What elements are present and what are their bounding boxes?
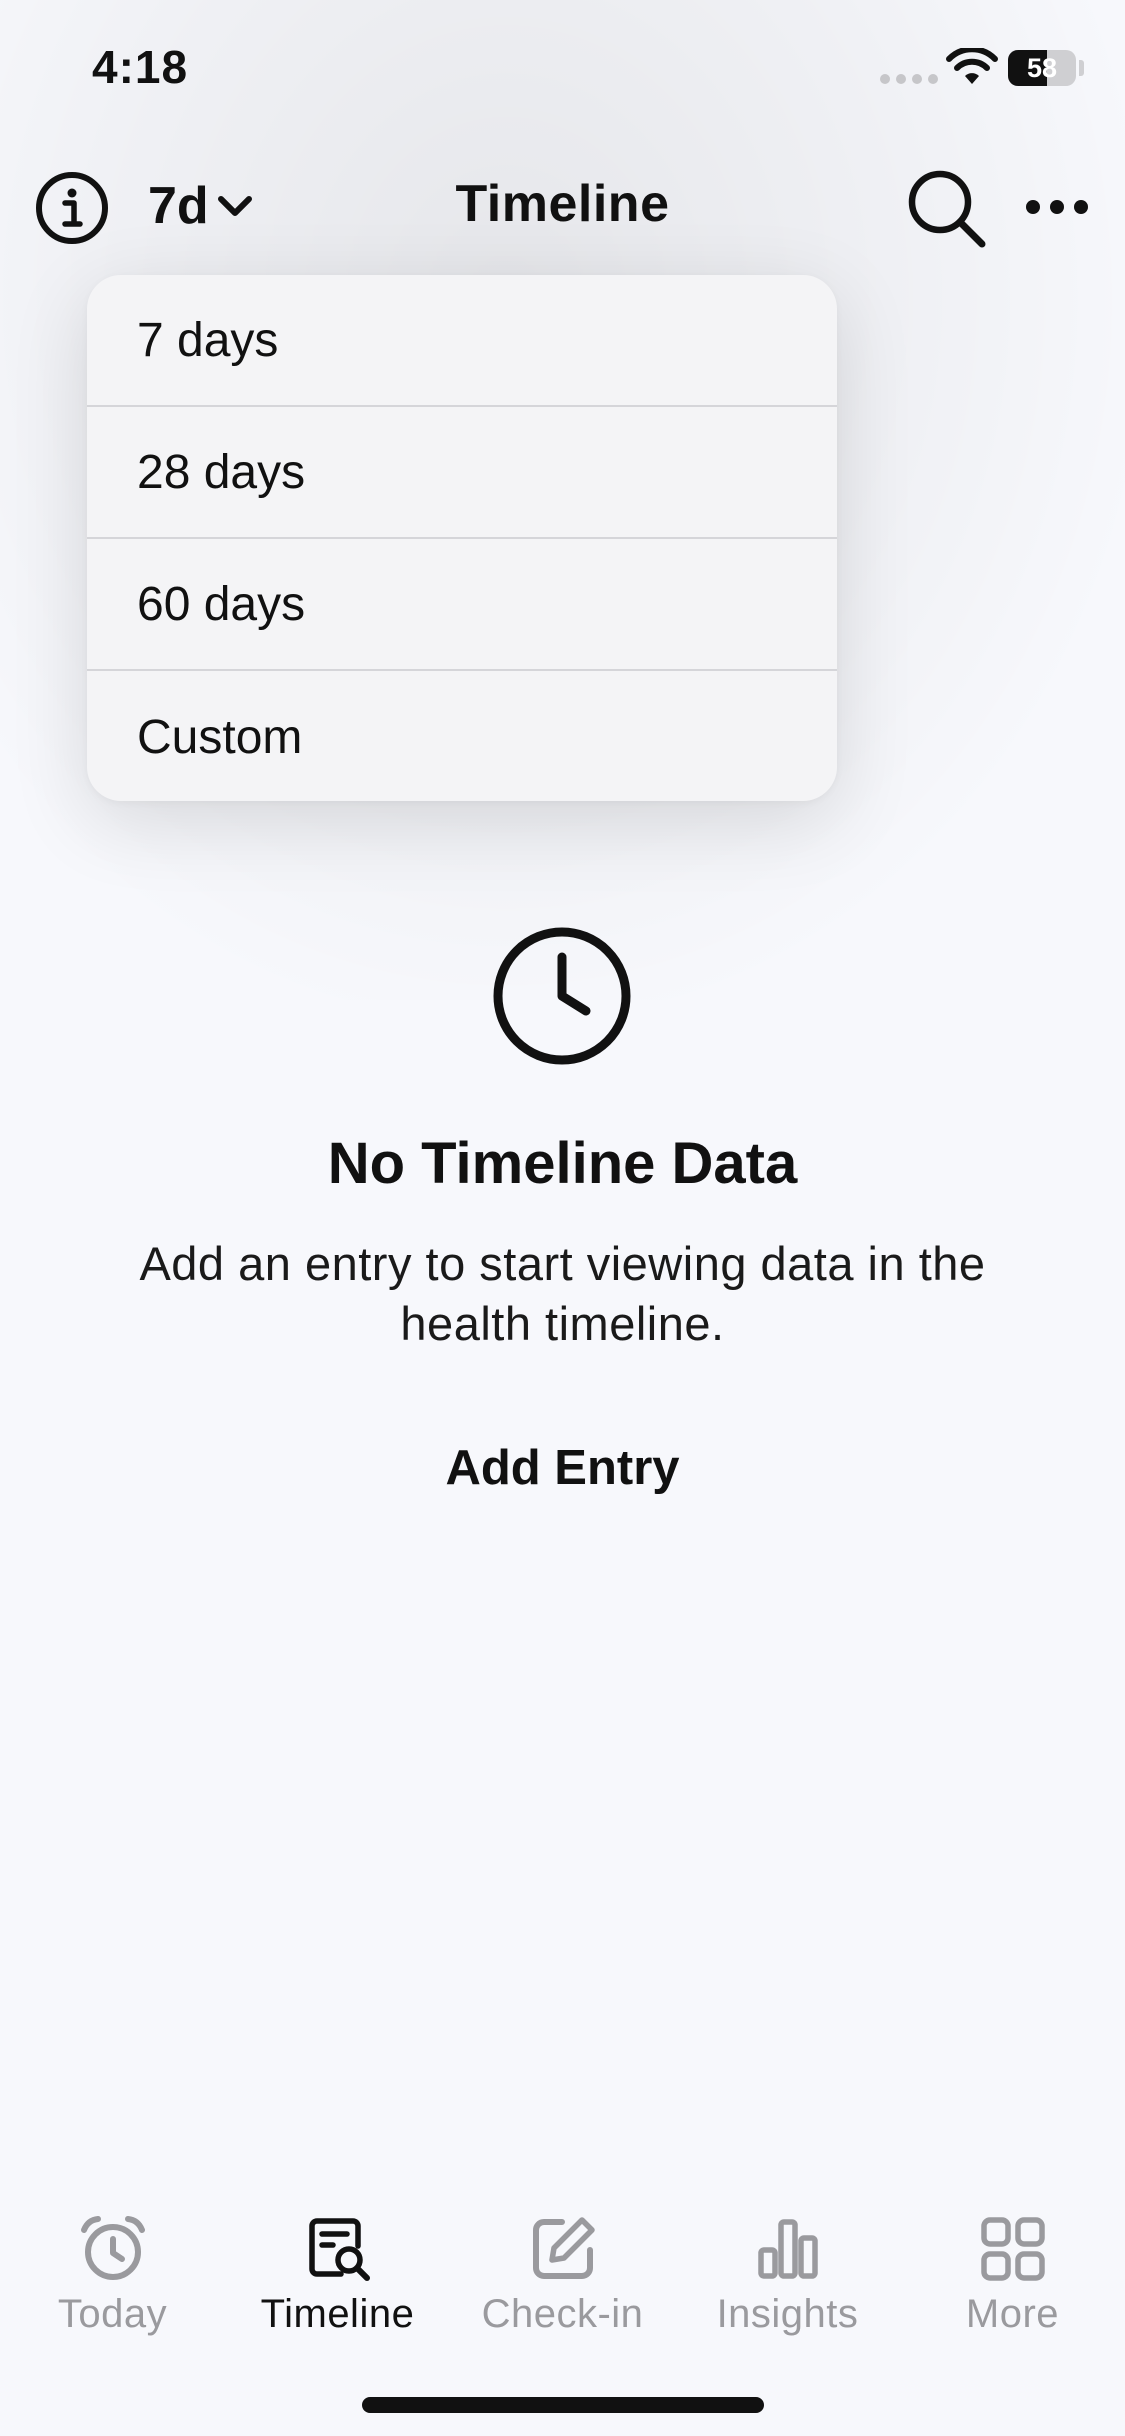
menu-item-7-days[interactable]: 7 days <box>87 275 837 407</box>
menu-item-custom[interactable]: Custom <box>87 671 837 801</box>
battery-icon: 58 <box>1008 50 1076 86</box>
tab-label-today: Today <box>57 2292 168 2336</box>
tab-label-check-in: Check-in <box>481 2292 644 2336</box>
edit-square-icon <box>532 2217 595 2279</box>
range-dropdown-menu: 7 days 28 days 60 days Custom <box>87 275 837 801</box>
status-time: 4:18 <box>92 41 189 93</box>
add-entry-button[interactable]: Add Entry <box>0 1440 1125 1496</box>
menu-item-28-days[interactable]: 28 days <box>87 407 837 539</box>
bar-chart-icon <box>757 2219 818 2279</box>
battery-percent: 58 <box>1026 52 1058 83</box>
home-indicator[interactable] <box>362 2397 764 2413</box>
cellular-signal-icon <box>880 74 938 84</box>
navigation-bar: 7d Timeline <box>0 150 1125 260</box>
battery-tip <box>1079 60 1084 76</box>
grid-icon <box>980 2217 1045 2281</box>
empty-state-description: Add an entry to start viewing data in th… <box>139 1237 986 1350</box>
tab-more[interactable]: More <box>900 2200 1125 2340</box>
tab-bar: Today Timeline Check-in Insights More <box>0 2200 1125 2360</box>
tab-label-insights: Insights <box>716 2292 859 2336</box>
tab-today[interactable]: Today <box>0 2200 225 2340</box>
menu-item-60-days[interactable]: 60 days <box>87 539 837 671</box>
more-options-icon[interactable] <box>1026 176 1088 238</box>
tab-timeline[interactable]: Timeline <box>225 2200 450 2340</box>
screen: 4:18 58 7d Timeline 7 days 28 days 60 da… <box>0 0 1125 2436</box>
search-icon[interactable] <box>904 166 990 252</box>
status-bar: 4:18 58 <box>0 0 1125 140</box>
clock-icon <box>493 927 631 1065</box>
alarm-clock-icon <box>80 2216 145 2280</box>
tab-label-timeline: Timeline <box>260 2292 415 2336</box>
wifi-icon <box>946 48 998 84</box>
timeline-search-icon <box>308 2218 370 2281</box>
empty-state-title: No Timeline Data <box>327 1131 798 1196</box>
tab-insights[interactable]: Insights <box>675 2200 900 2340</box>
tab-check-in[interactable]: Check-in <box>450 2200 675 2340</box>
tab-label-more: More <box>965 2292 1060 2336</box>
